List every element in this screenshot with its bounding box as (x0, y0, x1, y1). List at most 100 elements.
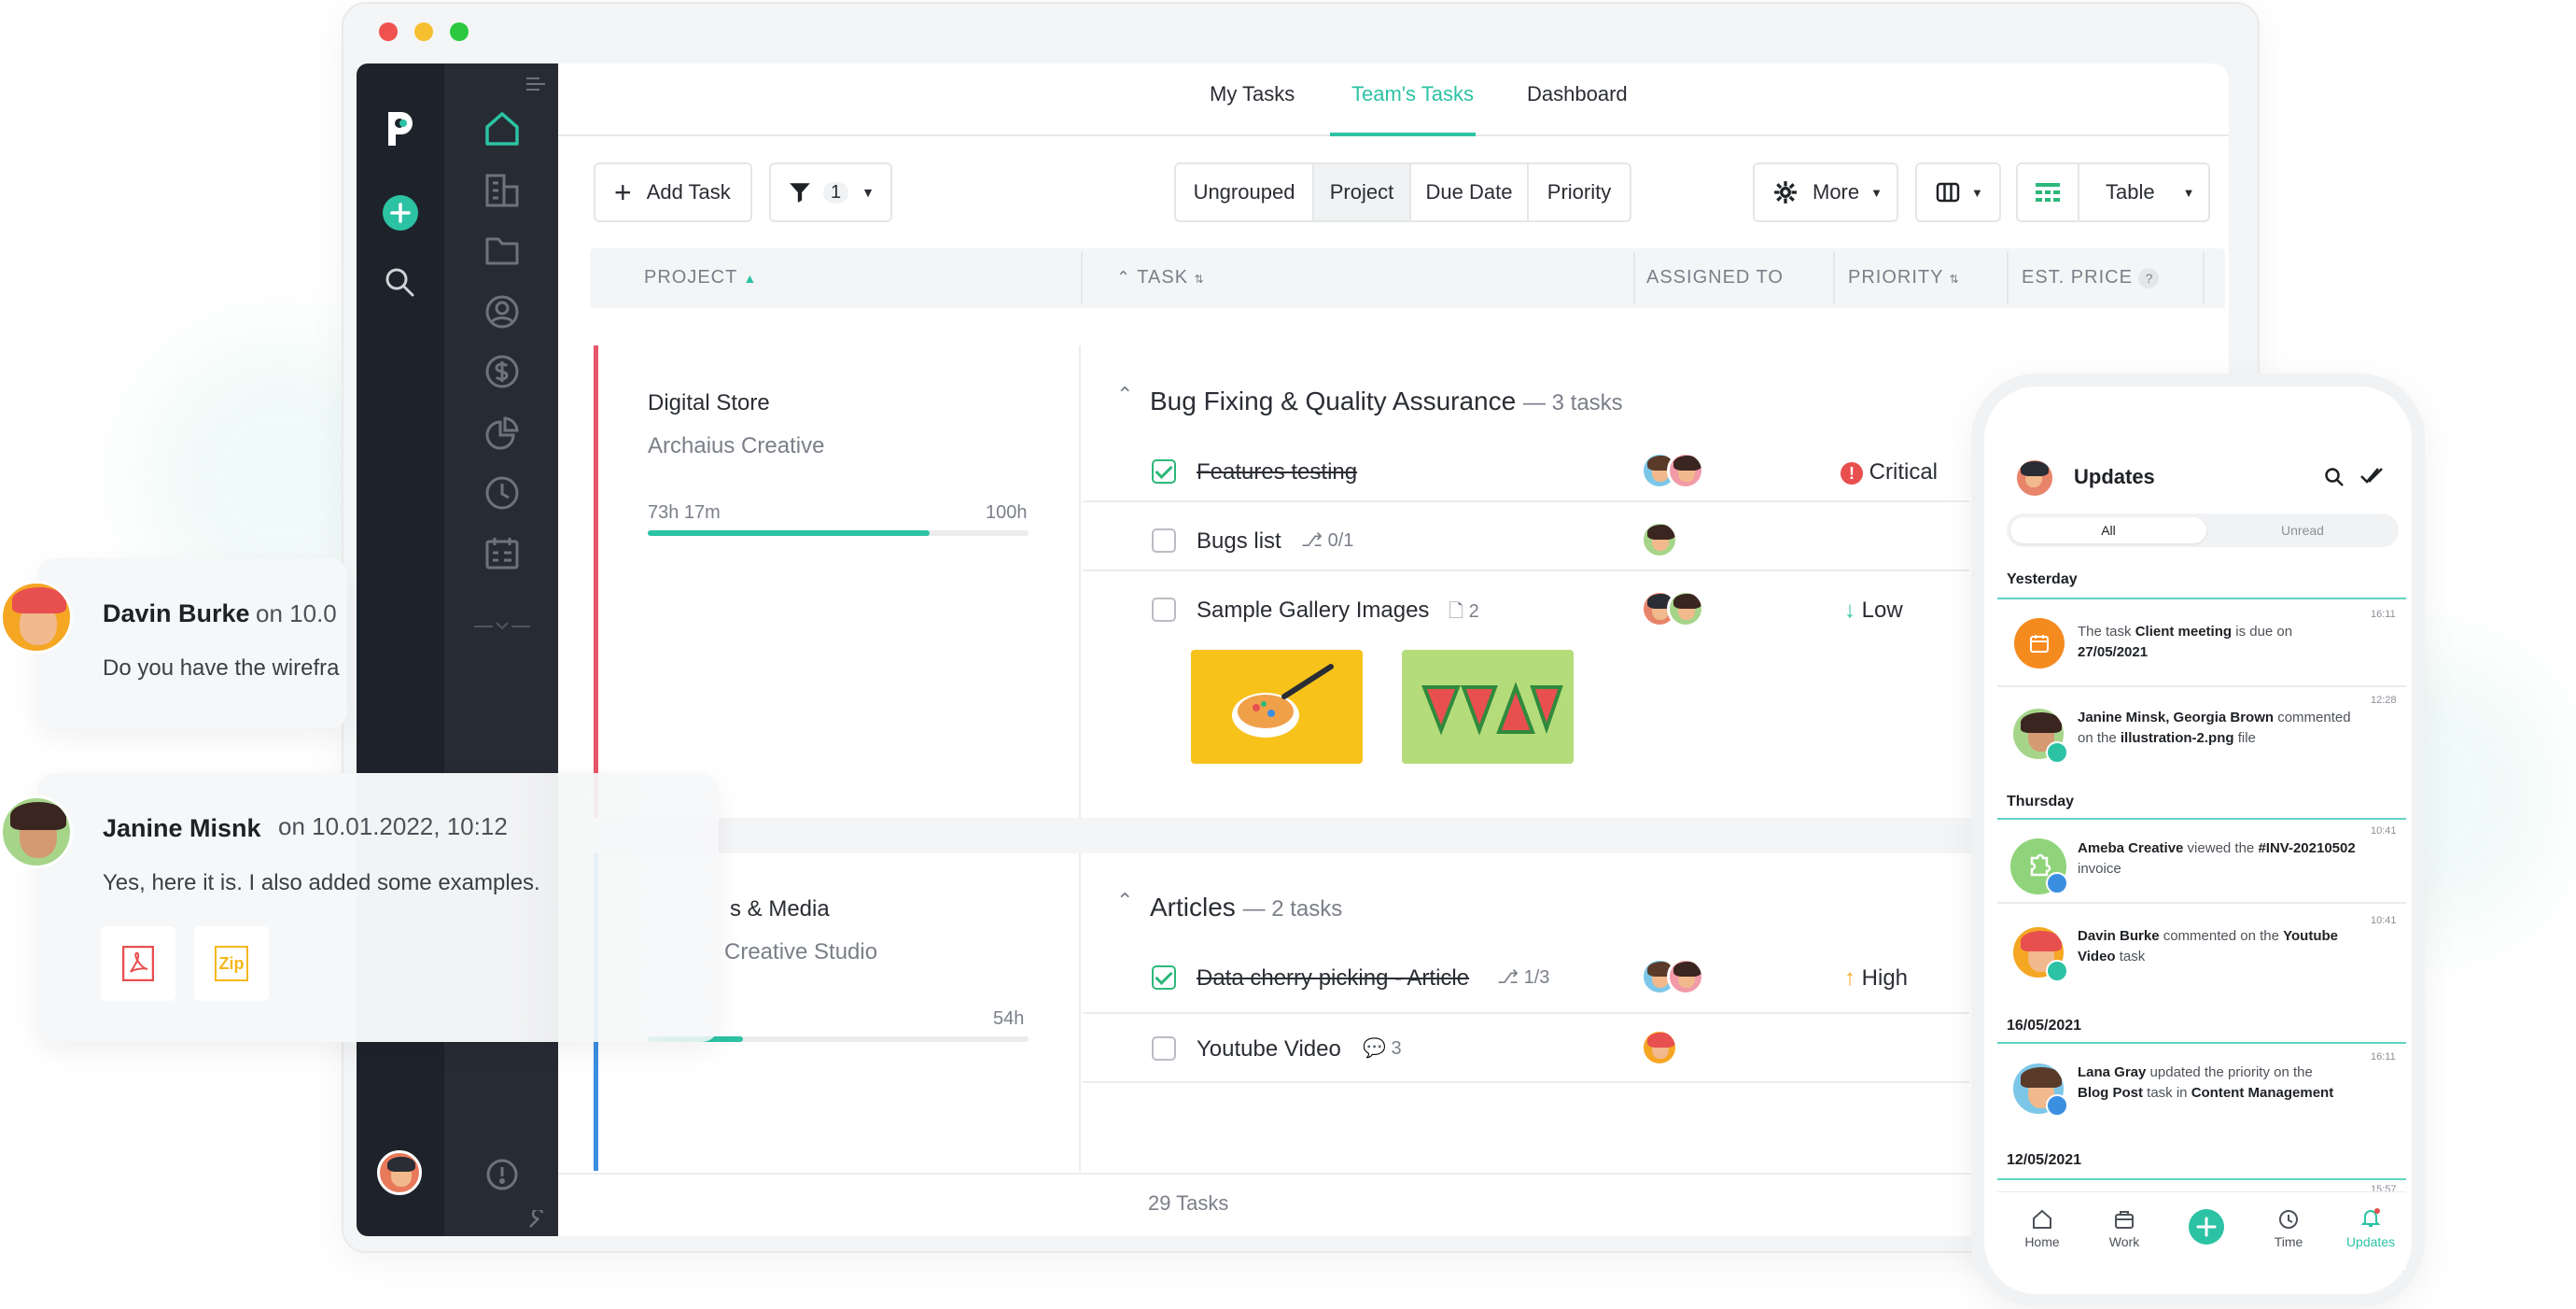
nav-updates-bell-icon[interactable] (2359, 1206, 2382, 1229)
column-header-assigned[interactable]: ASSIGNED TO (1646, 267, 1784, 289)
notification-time: 16:11 (2371, 1051, 2396, 1063)
notification-time: 10:41 (2371, 825, 2397, 837)
nav-work-icon[interactable] (2113, 1208, 2135, 1231)
task-group-title[interactable]: Bug Fixing & Quality Assurance — 3 tasks (1150, 387, 1623, 416)
notification-time: 16:11 (2371, 609, 2396, 620)
assignee-avatar[interactable] (1667, 958, 1704, 995)
column-header-priority[interactable]: PRIORITY ⇅ (1848, 267, 1960, 289)
task-group-toggle[interactable]: ⌃ (1116, 383, 1133, 407)
chat-message (37, 558, 347, 728)
folder-icon[interactable] (483, 232, 521, 269)
search-icon[interactable] (383, 265, 416, 299)
group-priority-button[interactable]: Priority (1527, 162, 1631, 222)
chat-avatar[interactable] (0, 795, 73, 868)
task-checkbox[interactable] (1152, 1036, 1176, 1061)
assignee-avatar[interactable] (1667, 590, 1704, 627)
user-icon[interactable] (483, 293, 521, 331)
priority-high[interactable]: ↑ High (1844, 965, 1908, 992)
tab-teams-tasks[interactable]: Team's Tasks (1351, 82, 1474, 106)
home-icon[interactable] (482, 108, 523, 149)
column-header-task[interactable]: ⌃ TASK ⇅ (1116, 267, 1205, 289)
task-group-toggle[interactable]: ⌃ (1116, 889, 1133, 913)
nav-home-label[interactable]: Home (2014, 1234, 2070, 1249)
add-task-button[interactable]: + Add Task (594, 162, 752, 222)
priority-low[interactable]: ↓ Low (1844, 598, 1903, 624)
phone-tab-unread[interactable]: Unread (2206, 517, 2399, 543)
collapse-all-icon: ⌃ (1116, 268, 1132, 287)
task-name[interactable]: Sample Gallery Images (1197, 598, 1429, 624)
gallery-thumbnail-watermelon[interactable] (1402, 650, 1574, 764)
window-minimize-button[interactable] (414, 22, 433, 41)
more-button[interactable]: More ▼ (1753, 162, 1898, 222)
priority-critical[interactable]: ! Critical (1841, 459, 1938, 486)
calendar-icon[interactable] (483, 534, 521, 571)
column-header-est-price[interactable]: EST. PRICE ? (2022, 267, 2160, 289)
assignee-avatar[interactable] (1641, 1029, 1678, 1066)
zip-attachment-icon[interactable]: Zip (194, 926, 269, 1001)
notification-icon-calendar[interactable] (2014, 618, 2065, 669)
task-checkbox[interactable] (1152, 459, 1176, 484)
group-due-date-button[interactable]: Due Date (1409, 162, 1529, 222)
nav-updates-label[interactable]: Updates (2343, 1234, 2399, 1249)
task-name[interactable]: Bugs list (1197, 528, 1281, 555)
window-maximize-button[interactable] (450, 22, 469, 41)
task-checkbox[interactable] (1152, 965, 1176, 990)
group-project-button[interactable]: Project (1312, 162, 1411, 222)
help-info-icon[interactable] (485, 1158, 519, 1191)
more-chevron-down-icon[interactable] (474, 620, 530, 633)
settings-wrench-icon[interactable] (526, 1210, 547, 1231)
nav-time-label[interactable]: Time (2261, 1234, 2317, 1249)
window-close-button[interactable] (379, 22, 398, 41)
project-name[interactable]: Digital Store (648, 390, 770, 416)
notification-text[interactable]: Janine Minsk, Georgia Brown commented on … (2078, 708, 2351, 749)
task-name[interactable]: Data cherry picking - Article (1197, 965, 1469, 992)
chat-avatar[interactable] (0, 581, 73, 654)
phone-mark-read-icon[interactable] (2359, 465, 2384, 487)
current-user-avatar[interactable] (377, 1150, 422, 1195)
dollar-icon[interactable] (483, 353, 521, 390)
filter-button[interactable]: 1 ▼ (769, 162, 892, 222)
phone-user-avatar[interactable] (2014, 457, 2055, 499)
column-header-project[interactable]: PROJECT ▲ (644, 267, 757, 289)
subtask-count: ⎇ 1/3 (1497, 967, 1550, 988)
comment-icon: 💬 (1363, 1038, 1386, 1059)
task-name[interactable]: Youtube Video (1197, 1036, 1341, 1063)
chat-author[interactable]: Janine Misnk (103, 814, 261, 843)
phone-search-icon[interactable] (2324, 467, 2345, 487)
notification-text[interactable]: The task Client meeting is due on 27/05/2… (2078, 622, 2292, 663)
view-switch-button[interactable]: Table ▼ (2016, 162, 2210, 222)
assignee-avatar[interactable] (1641, 521, 1678, 558)
nav-work-label[interactable]: Work (2096, 1234, 2152, 1249)
app-logo-icon[interactable] (381, 106, 418, 151)
project-client: Creative Studio (724, 939, 878, 964)
pdf-attachment-icon[interactable] (101, 926, 175, 1001)
chat-author[interactable]: Davin Burke (103, 599, 250, 628)
collapse-sidebar-icon[interactable] (525, 75, 547, 93)
notification-text[interactable]: Lana Gray updated the priority on the Blo… (2078, 1063, 2333, 1104)
tab-my-tasks[interactable]: My Tasks (1210, 82, 1295, 106)
task-checkbox[interactable] (1152, 598, 1176, 622)
reports-pie-icon[interactable] (483, 415, 521, 452)
stage: My Tasks Team's Tasks Dashboard + Add Ta… (0, 0, 2576, 1309)
group-ungrouped-button[interactable]: Ungrouped (1174, 162, 1314, 222)
assignee-avatar[interactable] (1667, 452, 1704, 489)
task-name[interactable]: Features testing (1197, 459, 1357, 486)
nav-time-icon[interactable] (2277, 1208, 2300, 1231)
gallery-thumbnail-cereal[interactable] (1191, 650, 1363, 764)
notification-text[interactable]: Ameba Creative viewed the #INV-20210502 i… (2078, 838, 2356, 880)
section-header: 12/05/2021 (1997, 1148, 2406, 1176)
project-name[interactable]: s & Media (730, 896, 830, 922)
notification-text[interactable]: Davin Burke commented on the Youtube Vide… (2078, 926, 2338, 967)
task-checkbox[interactable] (1152, 528, 1176, 553)
buildings-icon[interactable] (483, 172, 521, 209)
nav-add-icon[interactable] (2188, 1208, 2225, 1246)
nav-home-icon[interactable] (2031, 1208, 2053, 1231)
columns-button[interactable]: ▼ (1915, 162, 2001, 222)
table-view-icon (2018, 164, 2079, 220)
phone-tab-all[interactable]: All (2010, 517, 2206, 543)
time-clock-icon[interactable] (483, 474, 521, 512)
tab-dashboard[interactable]: Dashboard (1527, 82, 1628, 106)
section-divider (1997, 598, 2406, 599)
task-group-title[interactable]: Articles — 2 tasks (1150, 893, 1342, 922)
create-new-icon[interactable] (382, 194, 419, 232)
